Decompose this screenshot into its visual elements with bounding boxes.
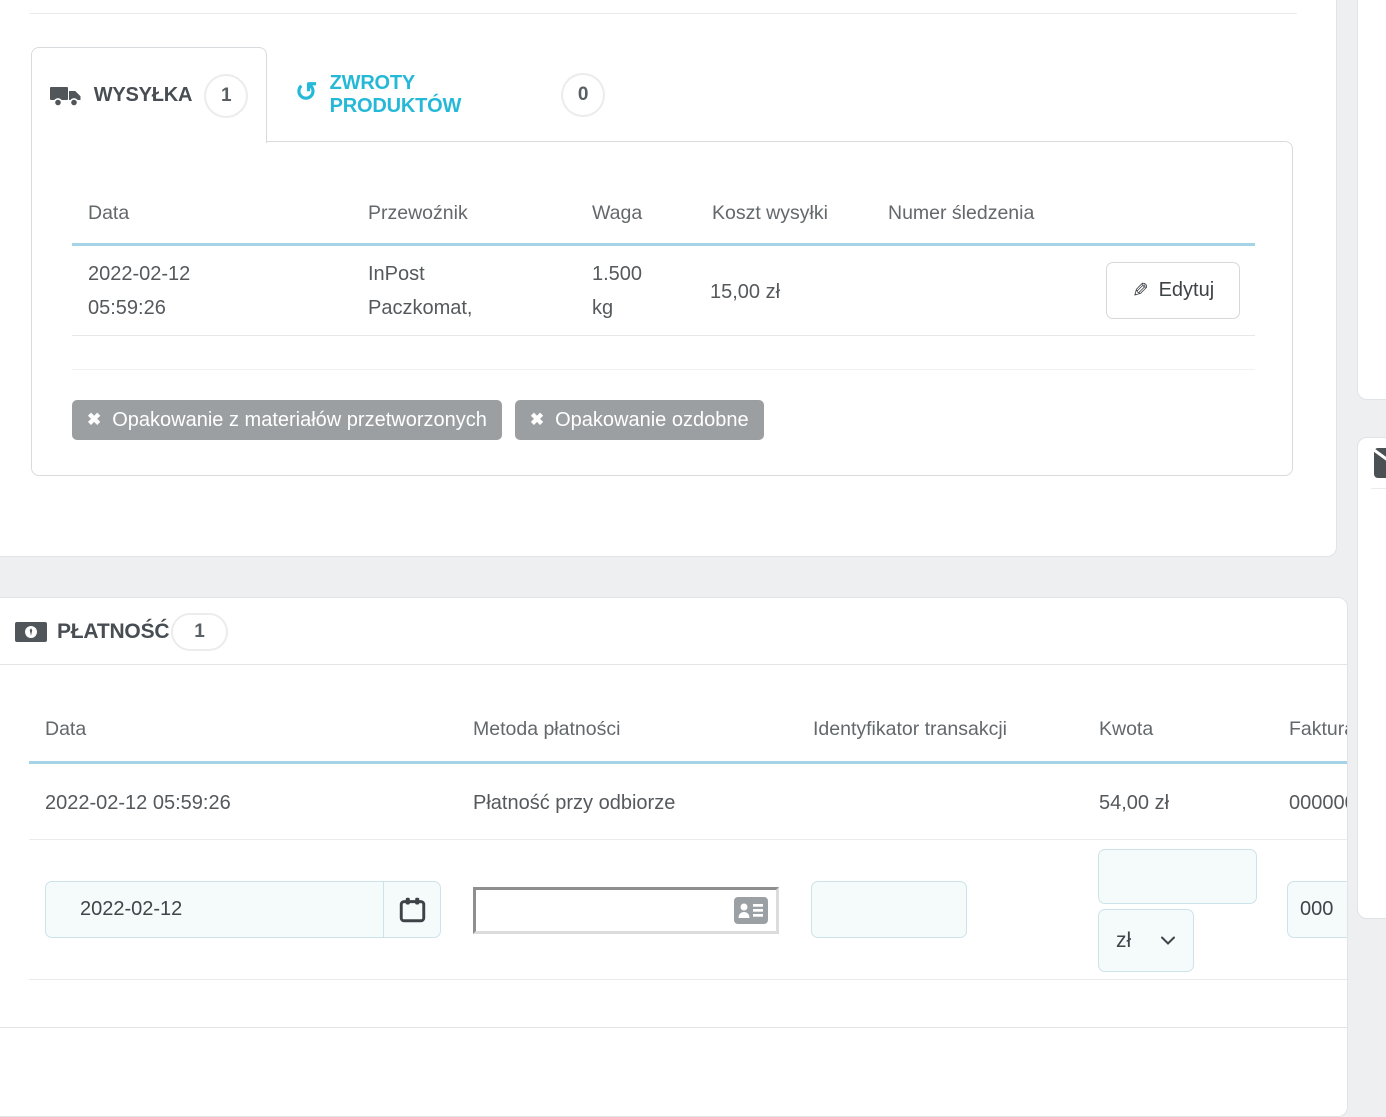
- payment-method: Płatność przy odbiorze: [473, 786, 675, 820]
- payment-date-field: [45, 881, 441, 938]
- edit-icon: ✎: [1132, 278, 1149, 303]
- payment-header-divider: [0, 664, 1348, 665]
- payment-panel-title: PŁATNOŚĆ: [57, 620, 169, 644]
- amount-field: [1098, 849, 1257, 904]
- side-panel-notes: [1357, 437, 1386, 919]
- payment-col-invoice: Faktura: [1289, 718, 1348, 741]
- payment-method-field: [473, 887, 779, 934]
- payment-date: 2022-02-12 05:59:26: [45, 786, 231, 820]
- payment-col-amount: Kwota: [1099, 718, 1153, 741]
- shipping-col-weight: Waga: [592, 202, 642, 225]
- undo-icon: ↺: [295, 79, 318, 106]
- shipment-cost: 15,00 zł: [710, 275, 780, 309]
- tab-shipping[interactable]: WYSYŁKA 1: [31, 47, 267, 143]
- tag-gift-packaging-label: Opakowanie ozdobne: [555, 409, 748, 432]
- side-panel-divider: [1371, 488, 1386, 489]
- shipping-col-cost: Koszt wysyłki: [712, 202, 828, 225]
- panel-top-divider: [29, 13, 1297, 14]
- shipment-row-divider: [72, 335, 1255, 336]
- transaction-id-field: [811, 881, 967, 938]
- message-icon: [1374, 444, 1386, 480]
- invoice-select[interactable]: 000: [1287, 881, 1348, 938]
- payment-header-underline: [29, 761, 1348, 764]
- payment-col-method: Metoda płatności: [473, 718, 620, 741]
- payment-count-badge: 1: [171, 613, 228, 651]
- tab-shipping-count: 1: [204, 74, 248, 118]
- tab-product-returns[interactable]: ↺ ZWROTY PRODUKTÓW 0: [295, 47, 605, 142]
- calendar-icon: [399, 896, 426, 923]
- payment-row-divider: [29, 839, 1348, 840]
- shipping-col-tracking: Numer śledzenia: [888, 202, 1034, 225]
- shipping-col-date: Data: [88, 202, 129, 225]
- tag-gift-packaging[interactable]: ✖ Opakowanie ozdobne: [515, 400, 764, 440]
- edit-shipping-label: Edytuj: [1159, 279, 1215, 302]
- payment-bottom-divider: [0, 1027, 1348, 1028]
- edit-shipping-button[interactable]: ✎ Edytuj: [1106, 262, 1240, 319]
- shipment-table-bottom-divider: [72, 369, 1255, 370]
- chevron-down-icon: [1160, 936, 1176, 946]
- money-icon: [15, 621, 47, 643]
- payment-invoice: 000000: [1289, 786, 1348, 820]
- currency-select[interactable]: zł: [1098, 909, 1194, 972]
- tag-recycled-packaging-label: Opakowanie z materiałów przetworzonych: [112, 409, 487, 432]
- shipping-header-underline: [72, 243, 1255, 246]
- payment-method-input[interactable]: [476, 890, 776, 931]
- payment-date-input[interactable]: [66, 882, 383, 937]
- shipment-carrier: InPost Paczkomat,: [368, 257, 472, 325]
- payment-panel: PŁATNOŚĆ 1 Data Metoda płatności Identyf…: [0, 597, 1348, 1117]
- tab-shipping-label: WYSYŁKA: [94, 84, 193, 107]
- shipment-date: 2022-02-12 05:59:26: [88, 257, 190, 325]
- payment-col-transaction-id: Identyfikator transakcji: [813, 718, 1007, 741]
- chevron-down-icon: [1346, 905, 1348, 915]
- tab-product-returns-count: 0: [561, 73, 605, 117]
- payment-form-divider: [29, 979, 1348, 980]
- close-icon[interactable]: ✖: [87, 410, 101, 430]
- contact-card-icon: [734, 897, 768, 924]
- amount-input[interactable]: [1099, 850, 1256, 903]
- shipment-weight: 1.500 kg: [592, 257, 642, 325]
- side-panel-top: [1357, 0, 1386, 400]
- date-picker-addon[interactable]: [383, 882, 440, 937]
- payment-col-date: Data: [45, 718, 86, 741]
- shipping-content-box: Data Przewoźnik Waga Koszt wysyłki Numer…: [31, 141, 1293, 476]
- shipping-panel: WYSYŁKA 1 ↺ ZWROTY PRODUKTÓW 0 Data Prze…: [0, 0, 1337, 557]
- shipping-col-carrier: Przewoźnik: [368, 202, 468, 225]
- tab-product-returns-label: ZWROTY PRODUKTÓW: [330, 72, 550, 118]
- close-icon[interactable]: ✖: [530, 410, 544, 430]
- truck-icon: [50, 84, 82, 108]
- invoice-select-value: 000: [1300, 898, 1333, 921]
- tag-recycled-packaging[interactable]: ✖ Opakowanie z materiałów przetworzonych: [72, 400, 502, 440]
- packaging-tags: ✖ Opakowanie z materiałów przetworzonych…: [72, 400, 764, 440]
- order-page: WYSYŁKA 1 ↺ ZWROTY PRODUKTÓW 0 Data Prze…: [0, 0, 1386, 1030]
- transaction-id-input[interactable]: [812, 882, 966, 937]
- currency-select-value: zł: [1116, 929, 1131, 953]
- payment-amount: 54,00 zł: [1099, 786, 1169, 820]
